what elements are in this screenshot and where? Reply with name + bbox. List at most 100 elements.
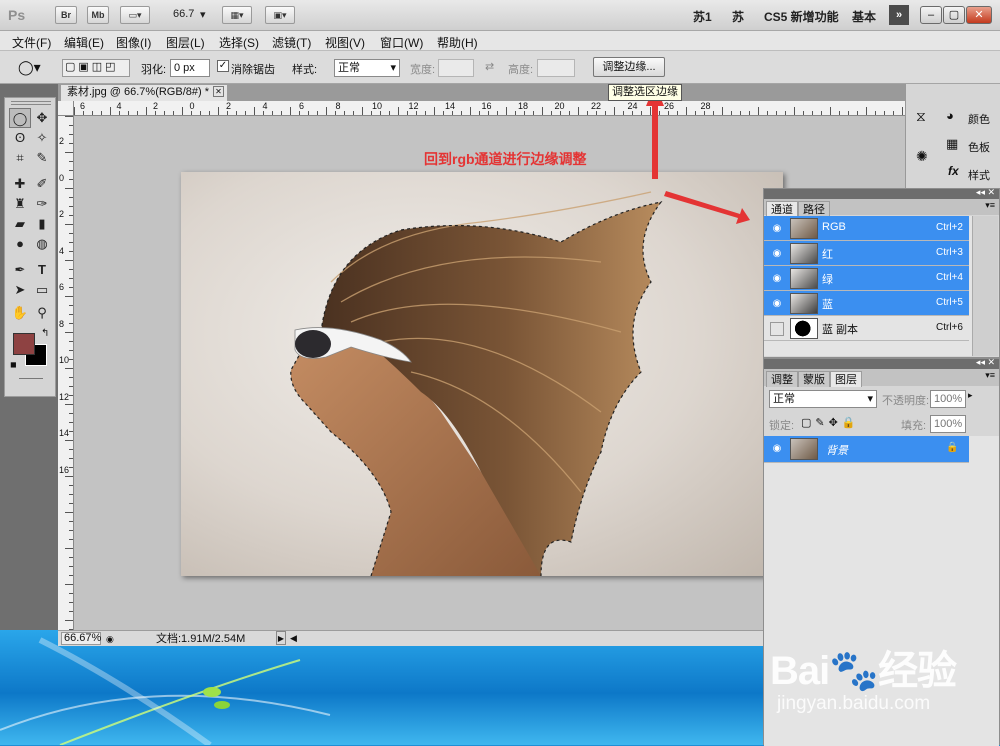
crop-icon[interactable]: ⌗ — [9, 148, 31, 168]
width-input[interactable] — [438, 59, 474, 77]
path-select-icon[interactable]: ➤ — [9, 280, 31, 300]
restore-button[interactable]: ▢ — [943, 6, 965, 24]
opacity-input[interactable]: 100% — [930, 390, 966, 408]
close-tab-icon[interactable]: ✕ — [213, 86, 224, 97]
eyedropper-icon[interactable]: ✎ — [31, 148, 53, 168]
channels-menu-icon[interactable]: ▾≡ — [985, 200, 995, 211]
channel-row-blue[interactable]: ◉ 蓝 Ctrl+5 — [764, 291, 969, 316]
status-icon[interactable]: ◉ — [106, 632, 114, 646]
zoom-level-select[interactable]: 66.7 — [173, 8, 194, 20]
refine-edge-button[interactable]: 调整边缘... — [593, 57, 665, 77]
swatches-icon[interactable]: ▦ — [946, 136, 958, 152]
eye-icon[interactable]: ◉ — [770, 222, 784, 236]
channels-panel-header[interactable]: ◂◂ ✕ — [764, 187, 999, 199]
fill-input[interactable]: 100% — [930, 415, 966, 433]
channel-thumbnail — [790, 243, 818, 264]
wand-icon[interactable]: ✧ — [31, 128, 53, 148]
eye-toggle-empty[interactable] — [770, 322, 784, 336]
dock-styles[interactable]: 样式 — [968, 167, 990, 183]
dodge-icon[interactable]: ◍ — [31, 234, 53, 254]
menu-layer[interactable]: 图层(L) — [166, 34, 205, 51]
menu-select[interactable]: 选择(S) — [219, 34, 259, 51]
workspace-su1[interactable]: 苏1 — [693, 8, 712, 25]
menu-file[interactable]: 文件(F) — [12, 34, 51, 51]
channel-row-green[interactable]: ◉ 绿 Ctrl+4 — [764, 266, 969, 291]
blend-mode-select[interactable]: 正常 ▾ — [769, 390, 877, 408]
marquee-preset-icon[interactable]: ◯▾ — [18, 59, 41, 76]
eye-icon[interactable]: ◉ — [770, 247, 784, 261]
lock-buttons[interactable]: ▢✎✥🔒 — [801, 416, 860, 429]
stamp-icon[interactable]: ♜ — [9, 194, 31, 214]
dock-color[interactable]: 颜色 — [968, 111, 990, 127]
history-icon[interactable]: ⧖ — [916, 108, 926, 125]
workspace-cs5-new[interactable]: CS5 新增功能 — [764, 8, 839, 25]
foreground-color-swatch[interactable] — [13, 333, 35, 355]
menu-help[interactable]: 帮助(H) — [437, 34, 478, 51]
style-select[interactable]: 正常 ▾ — [334, 59, 400, 77]
brush-icon[interactable]: ✐ — [31, 174, 53, 194]
minimize-button[interactable]: – — [920, 6, 942, 24]
menu-filter[interactable]: 滤镜(T) — [272, 34, 311, 51]
styles-icon[interactable]: fx — [948, 164, 959, 178]
eraser-icon[interactable]: ▰ — [9, 214, 31, 234]
workspace-basic[interactable]: 基本 — [852, 8, 876, 25]
tab-masks[interactable]: 蒙版 — [798, 371, 830, 387]
menu-window[interactable]: 窗口(W) — [380, 34, 423, 51]
default-colors-icon[interactable]: ◼ — [10, 360, 17, 369]
screen-mode-button[interactable]: ▣▾ — [265, 6, 295, 24]
mini-bridge-button[interactable]: Mb — [87, 6, 109, 24]
tab-layers[interactable]: 图层 — [830, 371, 862, 387]
workspace-expand-button[interactable]: » — [889, 5, 909, 25]
eye-icon[interactable]: ◉ — [770, 442, 784, 456]
bridge-button[interactable]: Br — [55, 6, 77, 24]
channel-row-rgb[interactable]: ◉ RGB Ctrl+2 — [764, 216, 969, 241]
gradient-icon[interactable]: ▮ — [31, 214, 53, 234]
zoom-icon[interactable]: ⚲ — [31, 303, 53, 323]
swap-icon[interactable]: ⇄ — [485, 60, 494, 73]
tab-paths[interactable]: 路径 — [798, 201, 830, 217]
view-extras-button[interactable]: ▭▾ — [120, 6, 150, 24]
history-brush-icon[interactable]: ✑ — [31, 194, 53, 214]
close-button[interactable]: ✕ — [966, 6, 992, 24]
marquee-icon[interactable]: ◯ — [9, 108, 31, 128]
hand-icon[interactable]: ✋ — [9, 303, 31, 323]
color-icon[interactable]: ◕ — [946, 108, 954, 123]
text-icon[interactable]: T — [31, 260, 53, 280]
toolbox-grip[interactable] — [11, 101, 51, 105]
lasso-icon[interactable]: ʘ — [9, 128, 31, 148]
channel-row-red[interactable]: ◉ 红 Ctrl+3 — [764, 241, 969, 266]
ruler-origin[interactable] — [58, 101, 74, 116]
menu-edit[interactable]: 编辑(E) — [64, 34, 104, 51]
swap-colors-icon[interactable]: ↰ — [41, 328, 49, 339]
tab-channels[interactable]: 通道 — [766, 201, 798, 217]
arrange-documents-button[interactable]: ▦▾ — [222, 6, 252, 24]
blur-icon[interactable]: ● — [9, 234, 31, 254]
tab-adjustments[interactable]: 调整 — [766, 371, 798, 387]
opacity-arrow-icon[interactable]: ▸ — [968, 390, 973, 401]
height-input[interactable] — [537, 59, 575, 77]
status-zoom[interactable]: 66.67% — [61, 632, 101, 645]
layer-row-background[interactable]: ◉ 背景 🔒 — [764, 436, 969, 463]
eye-icon[interactable]: ◉ — [770, 272, 784, 286]
move-icon[interactable]: ✥ — [31, 108, 53, 128]
document-tab[interactable]: 素材.jpg @ 66.7%(RGB/8#) * ✕ — [60, 84, 228, 101]
channel-row-blue-copy[interactable]: 蓝 副本 Ctrl+6 — [764, 316, 969, 341]
layers-panel-header[interactable]: ◂◂ ✕ — [764, 357, 999, 369]
selection-mode-buttons[interactable]: ▢▣◫◰ — [62, 59, 130, 77]
antialias-checkbox[interactable]: ✓ — [217, 60, 229, 72]
shape-icon[interactable]: ▭ — [31, 280, 53, 300]
workspace-su[interactable]: 苏 — [732, 8, 744, 25]
zoom-chevron-icon[interactable]: ▾ — [200, 8, 206, 21]
healing-icon[interactable]: ✚ — [9, 174, 31, 194]
status-menu-arrow[interactable]: ▶ — [276, 631, 286, 645]
actions-icon[interactable]: ✺ — [916, 148, 928, 165]
channels-scrollbar[interactable] — [972, 216, 998, 356]
menu-view[interactable]: 视图(V) — [325, 34, 365, 51]
dock-swatches[interactable]: 色板 — [968, 139, 990, 155]
menu-image[interactable]: 图像(I) — [116, 34, 151, 51]
pen-icon[interactable]: ✒ — [9, 260, 31, 280]
scroll-left-icon[interactable]: ◀ — [290, 631, 297, 645]
eye-icon[interactable]: ◉ — [770, 297, 784, 311]
feather-input[interactable]: 0 px — [170, 59, 210, 77]
layers-menu-icon[interactable]: ▾≡ — [985, 370, 995, 381]
